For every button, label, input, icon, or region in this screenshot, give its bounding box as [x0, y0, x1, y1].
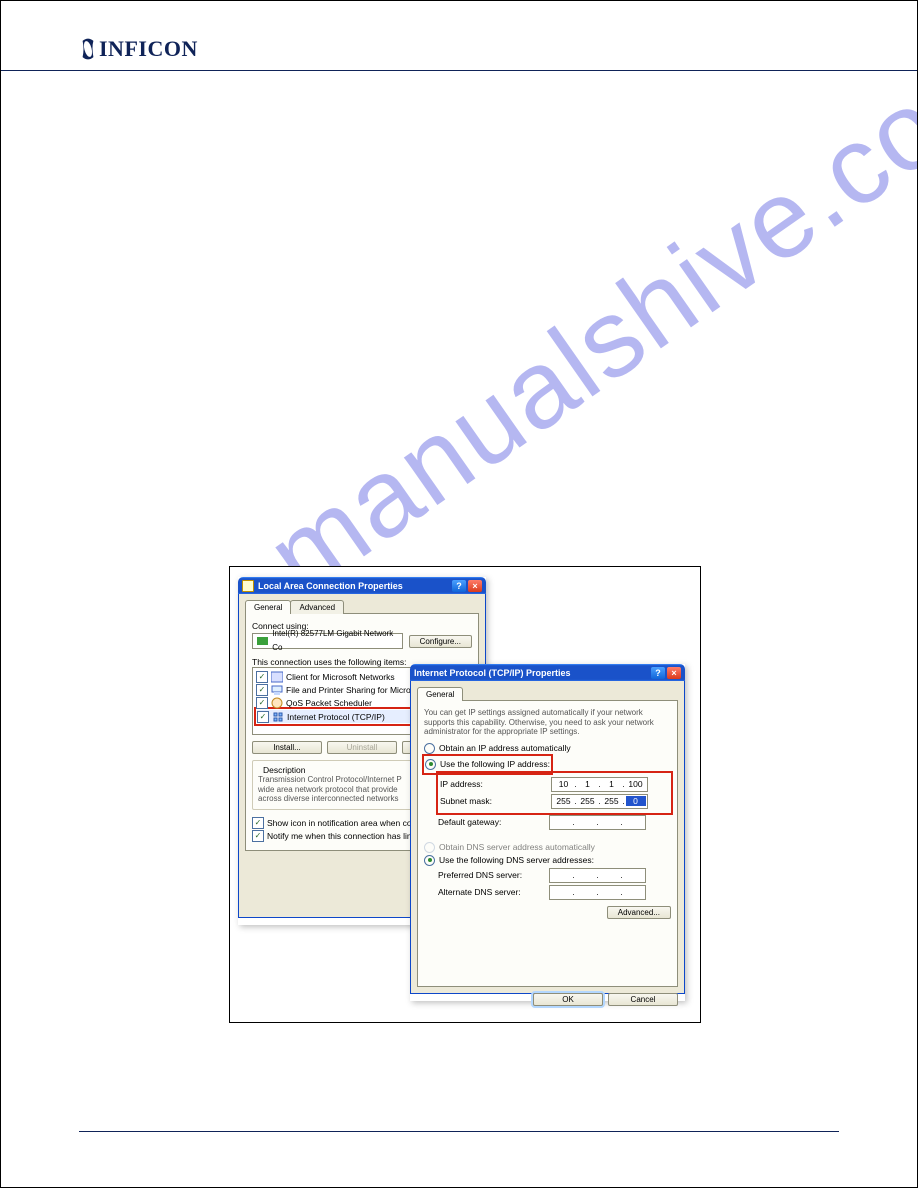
adapter-field: Intel(R) 82577LM Gigabit Network Co — [252, 633, 403, 649]
radio-icon — [424, 842, 435, 853]
notify-label: Notify me when this connection has lim — [267, 831, 414, 841]
alternate-dns-input[interactable]: ... — [549, 885, 646, 900]
checkbox-icon[interactable] — [252, 830, 264, 842]
uninstall-button: Uninstall — [327, 741, 397, 754]
gateway-label: Default gateway: — [438, 817, 543, 827]
gateway-input[interactable]: ... — [549, 815, 646, 830]
close-button[interactable]: × — [667, 667, 681, 679]
brand-text: INFICON — [99, 36, 198, 62]
brand-logo: INFICON — [79, 36, 839, 62]
show-icon-label: Show icon in notification area when co — [267, 818, 412, 828]
page-header: INFICON — [1, 1, 917, 71]
screenshot-frame: Local Area Connection Properties ? × Gen… — [229, 566, 701, 1023]
window-icon — [242, 580, 254, 592]
close-button[interactable]: × — [468, 580, 482, 592]
subnet-label: Subnet mask: — [440, 796, 545, 806]
window-title: Internet Protocol (TCP/IP) Properties — [414, 668, 651, 678]
checkbox-icon[interactable] — [256, 697, 268, 709]
ip-fields-highlight: IP address: 10. 1. 1. 100 Subnet mask: — [436, 771, 673, 815]
tcpip-properties-window: Internet Protocol (TCP/IP) Properties ? … — [410, 664, 685, 1001]
cancel-button[interactable]: Cancel — [608, 993, 678, 1006]
window-titlebar[interactable]: Local Area Connection Properties ? × — [238, 577, 486, 594]
ok-button[interactable]: OK — [533, 993, 603, 1006]
use-following-highlight: Use the following IP address: — [422, 754, 553, 775]
help-button[interactable]: ? — [651, 667, 665, 679]
footer-rule — [79, 1131, 839, 1132]
help-button[interactable]: ? — [452, 580, 466, 592]
checkbox-icon[interactable] — [256, 671, 268, 683]
description-label: Description — [260, 765, 309, 775]
radio-icon[interactable] — [424, 743, 435, 754]
printer-share-icon — [271, 684, 283, 696]
checkbox-icon[interactable] — [252, 817, 264, 829]
client-icon — [271, 671, 283, 683]
radio-use-dns[interactable]: Use the following DNS server addresses: — [424, 855, 671, 866]
advanced-button[interactable]: Advanced... — [607, 906, 671, 919]
checkbox-icon[interactable] — [256, 684, 268, 696]
intro-text: You can get IP settings assigned automat… — [424, 708, 671, 737]
alternate-dns-label: Alternate DNS server: — [438, 887, 543, 897]
radio-icon[interactable] — [425, 759, 436, 770]
ip-label: IP address: — [440, 779, 545, 789]
radio-icon[interactable] — [424, 855, 435, 866]
radio-auto-ip[interactable]: Obtain an IP address automatically — [424, 743, 671, 754]
ip-address-input[interactable]: 10. 1. 1. 100 — [551, 777, 648, 792]
tcpip-icon — [272, 711, 284, 723]
tab-general[interactable]: General — [417, 687, 463, 701]
configure-button[interactable]: Configure... — [409, 635, 472, 648]
subnet-mask-input[interactable]: 255. 255. 255. 0 — [551, 794, 648, 809]
radio-use-ip[interactable]: Use the following IP address: — [425, 759, 550, 770]
preferred-dns-label: Preferred DNS server: — [438, 870, 543, 880]
tab-general[interactable]: General — [245, 600, 291, 614]
window-titlebar[interactable]: Internet Protocol (TCP/IP) Properties ? … — [410, 664, 685, 681]
preferred-dns-input[interactable]: ... — [549, 868, 646, 883]
tab-advanced[interactable]: Advanced — [290, 600, 344, 614]
qos-icon — [271, 697, 283, 709]
radio-auto-dns: Obtain DNS server address automatically — [424, 842, 671, 853]
inficon-logo-icon — [79, 38, 97, 60]
checkbox-icon[interactable] — [257, 711, 269, 723]
install-button[interactable]: Install... — [252, 741, 322, 754]
window-title: Local Area Connection Properties — [258, 581, 452, 591]
watermark: manualshive.com — [245, 8, 918, 620]
